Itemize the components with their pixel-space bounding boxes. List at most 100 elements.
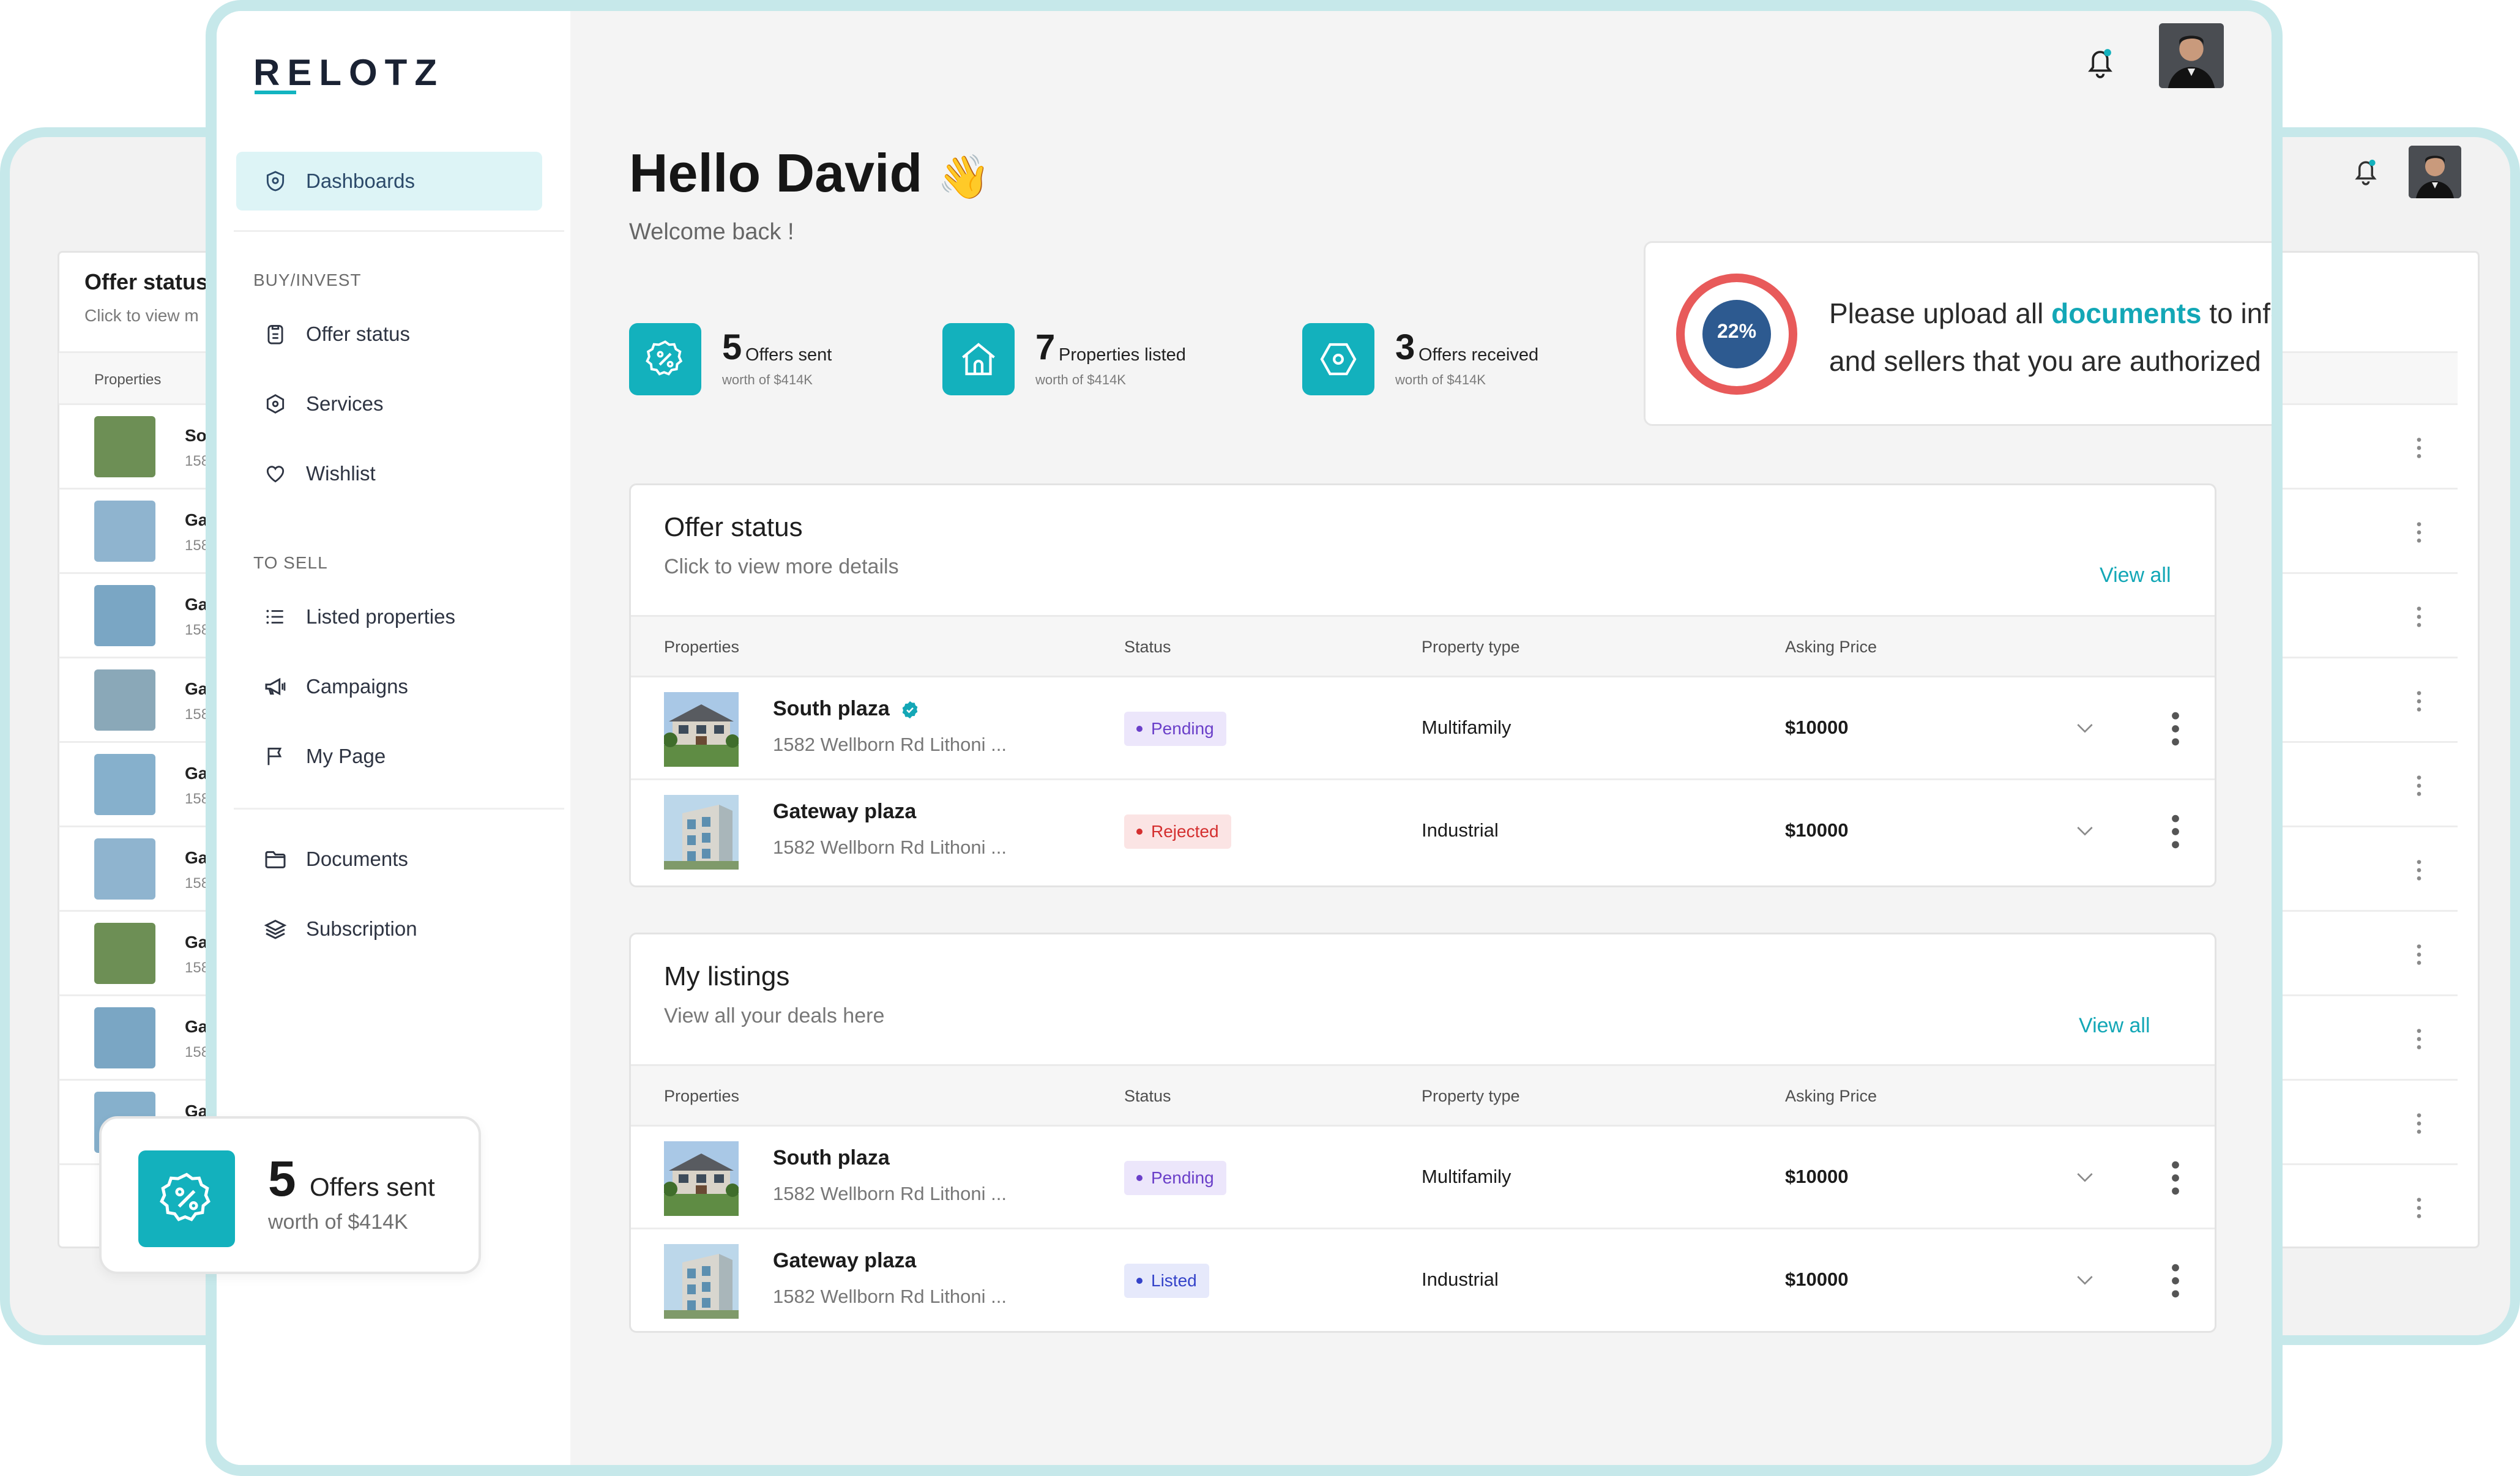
- stat-number: 5: [268, 1151, 296, 1207]
- property-thumbnail: [94, 754, 155, 815]
- bell-icon[interactable]: [2081, 43, 2120, 82]
- wave-icon: 👋: [937, 152, 991, 202]
- welcome-text: Welcome back !: [629, 219, 794, 245]
- sidebar-item-listed-properties[interactable]: Listed properties: [236, 587, 542, 646]
- sidebar-item-services[interactable]: Services: [236, 375, 542, 433]
- status-badge: Pending: [1124, 1161, 1226, 1195]
- table-row[interactable]: Gateway plaza 1582 Wellborn Rd Lithoni .…: [631, 780, 2215, 883]
- megaphone-icon: [261, 672, 290, 701]
- more-options-icon[interactable]: [2415, 858, 2423, 882]
- list-icon: [261, 602, 290, 632]
- greeting-text: Hello David: [629, 143, 923, 203]
- stat-offers-sent[interactable]: 5 Offers sent worth of $414K: [629, 323, 886, 397]
- my-listings-panel: My listings View all your deals here Vie…: [629, 933, 2216, 1333]
- table-row[interactable]: South plaza 1582 Wellborn Rd Lithoni ...…: [631, 677, 2215, 780]
- brand-logo[interactable]: RELOTZ: [253, 51, 444, 94]
- divider: [234, 230, 564, 232]
- stat-worth: worth of $414K: [722, 372, 813, 387]
- column-asking-price: Asking Price: [1785, 1087, 1877, 1105]
- column-status: Status: [1124, 638, 1171, 656]
- sidebar-item-dashboards[interactable]: Dashboards: [236, 152, 542, 211]
- view-all-link[interactable]: View all: [2100, 564, 2171, 587]
- property-thumbnail: [94, 669, 155, 731]
- chevron-down-icon[interactable]: [2073, 715, 2097, 740]
- more-options-icon[interactable]: [2415, 1196, 2423, 1220]
- main-window: RELOTZ Dashboards BUY/INVEST Offer statu…: [206, 0, 2283, 1476]
- upload-documents-notice[interactable]: 22% Please upload all documents to infor…: [1644, 241, 2272, 426]
- property-thumbnail: [94, 501, 155, 562]
- chevron-down-icon[interactable]: [2073, 818, 2097, 843]
- stat-offers-received[interactable]: 3 Offers received worth of $414K: [1302, 323, 1596, 397]
- property-thumbnail: [94, 416, 155, 477]
- divider: [234, 808, 564, 810]
- more-options-icon[interactable]: [2415, 436, 2423, 460]
- offer-status-panel: Offer status Click to view more details …: [629, 483, 2216, 887]
- logo-underline: [255, 91, 296, 94]
- table-header: Properties Status Property type Asking P…: [631, 615, 2215, 677]
- more-options-icon[interactable]: [2415, 1111, 2423, 1136]
- sidebar-item-label: Subscription: [306, 917, 417, 940]
- upload-progress-percent: 22%: [1717, 320, 1757, 342]
- background-bell-icon[interactable]: [2349, 154, 2383, 188]
- property-type: Multifamily: [1422, 1166, 1512, 1187]
- chevron-down-icon[interactable]: [2073, 1165, 2097, 1189]
- property-name: Gateway plaza: [773, 1249, 917, 1272]
- more-options-icon[interactable]: [2168, 1261, 2183, 1300]
- shield-icon: [261, 166, 290, 196]
- property-address: 1582 Wellborn Rd Lithoni ...: [773, 1286, 1007, 1307]
- clipboard-icon: [261, 319, 290, 349]
- floating-offers-sent-card[interactable]: 5 Offers sent worth of $414K: [99, 1116, 481, 1274]
- more-options-icon[interactable]: [2415, 605, 2423, 629]
- sidebar-item-my-page[interactable]: My Page: [236, 727, 542, 786]
- stat-worth: worth of $414K: [1395, 372, 1486, 387]
- view-all-link[interactable]: View all: [2079, 1014, 2150, 1038]
- sidebar-item-campaigns[interactable]: Campaigns: [236, 657, 542, 716]
- house-icon: [942, 323, 1015, 395]
- table-row[interactable]: South plaza 1582 Wellborn Rd Lithoni ...…: [631, 1127, 2215, 1229]
- background-offer-title: Offer status: [84, 269, 209, 294]
- more-options-icon[interactable]: [2168, 1158, 2183, 1198]
- property-name: Gateway plaza: [773, 800, 917, 823]
- avatar[interactable]: [2159, 23, 2224, 88]
- table-row[interactable]: Gateway plaza 1582 Wellborn Rd Lithoni .…: [631, 1229, 2215, 1331]
- column-properties: Properties: [664, 638, 740, 656]
- more-options-icon[interactable]: [2415, 773, 2423, 798]
- sidebar-item-label: My Page: [306, 745, 386, 767]
- property-thumbnail: [664, 795, 739, 870]
- more-options-icon[interactable]: [2415, 520, 2423, 545]
- more-options-icon[interactable]: [2415, 1027, 2423, 1051]
- status-badge: Listed: [1124, 1264, 1209, 1298]
- chevron-down-icon[interactable]: [2073, 1267, 2097, 1292]
- sidebar-item-label: Listed properties: [306, 605, 455, 628]
- section-label-sell: TO SELL: [253, 553, 328, 572]
- property-address: 1582 Wellborn Rd Lithoni ...: [773, 1183, 1007, 1204]
- property-address: 1582 Wellborn Rd Lithoni ...: [773, 734, 1007, 755]
- page-title: Hello David 👋: [629, 142, 991, 204]
- background-column-properties: Properties: [94, 371, 162, 388]
- stat-worth: worth of $414K: [1035, 372, 1126, 387]
- stat-label: Offers sent: [310, 1172, 435, 1201]
- property-thumbnail: [94, 585, 155, 646]
- sidebar-item-label: Campaigns: [306, 675, 408, 698]
- property-type: Industrial: [1422, 1269, 1499, 1290]
- property-thumbnail: [94, 838, 155, 900]
- sidebar-item-offer-status[interactable]: Offer status: [236, 305, 542, 363]
- table-header: Properties Status Property type Asking P…: [631, 1064, 2215, 1127]
- property-type: Multifamily: [1422, 717, 1512, 738]
- more-options-icon[interactable]: [2168, 709, 2183, 748]
- percent-badge-icon: [138, 1150, 235, 1247]
- sidebar-item-subscription[interactable]: Subscription: [236, 900, 542, 958]
- documents-link[interactable]: documents: [2051, 297, 2201, 329]
- more-options-icon[interactable]: [2415, 942, 2423, 967]
- more-options-icon[interactable]: [2415, 689, 2423, 714]
- column-asking-price: Asking Price: [1785, 638, 1877, 656]
- stat-properties-listed[interactable]: 7 Properties listed worth of $414K: [942, 323, 1236, 397]
- sidebar-item-wishlist[interactable]: Wishlist: [236, 444, 542, 503]
- percent-badge-icon: [629, 323, 701, 395]
- property-thumbnail: [94, 923, 155, 984]
- more-options-icon[interactable]: [2168, 812, 2183, 851]
- sidebar-item-label: Offer status: [306, 322, 410, 345]
- sidebar-item-documents[interactable]: Documents: [236, 830, 542, 889]
- property-name: South plaza: [773, 1146, 890, 1169]
- background-avatar[interactable]: [2409, 146, 2461, 198]
